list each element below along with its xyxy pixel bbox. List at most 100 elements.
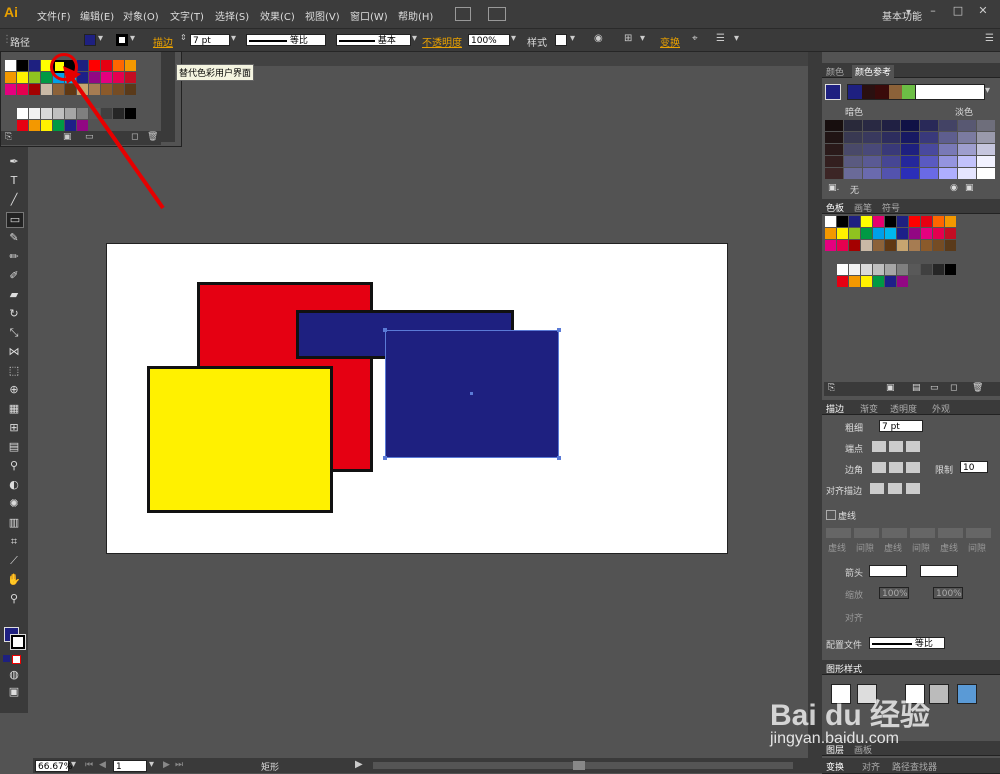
swatch[interactable]: [921, 240, 932, 251]
swatch[interactable]: [897, 228, 908, 239]
dash-field[interactable]: [966, 528, 991, 538]
harmony-row[interactable]: [847, 84, 917, 100]
guide-swatch[interactable]: [920, 168, 938, 179]
swatch[interactable]: [849, 228, 860, 239]
minimize-button[interactable]: –: [925, 4, 941, 18]
pen-icon[interactable]: ✒: [6, 155, 22, 169]
base-color-swatch[interactable]: [825, 84, 841, 100]
tab-appearance[interactable]: 外观: [932, 402, 950, 415]
swatch[interactable]: [41, 84, 52, 95]
limit-field[interactable]: 10: [960, 461, 988, 473]
rotate-icon[interactable]: ↻: [6, 307, 22, 321]
line-tool-icon[interactable]: ╱: [6, 193, 22, 207]
tab-transform[interactable]: 变换: [826, 760, 844, 773]
guide-swatch[interactable]: [844, 156, 862, 167]
swatch[interactable]: [825, 240, 836, 251]
guide-swatch[interactable]: [977, 120, 995, 131]
pencil-icon[interactable]: ✏: [6, 250, 22, 264]
fill-swatch[interactable]: [84, 34, 96, 46]
chevron-down-icon[interactable]: ▾: [906, 7, 911, 18]
chevron-down-icon[interactable]: ▾: [149, 759, 154, 770]
draw-mode-icon[interactable]: ◍: [6, 668, 22, 682]
guide-swatch[interactable]: [863, 156, 881, 167]
none-mode-icon[interactable]: [12, 655, 21, 664]
workspace-switcher[interactable]: 基本功能: [882, 8, 922, 23]
menu-edit[interactable]: 编辑(E): [80, 8, 114, 23]
tab-color[interactable]: 颜色: [826, 65, 844, 78]
guide-swatch[interactable]: [825, 156, 843, 167]
guide-swatch[interactable]: [825, 132, 843, 143]
arrange-documents-icon[interactable]: [488, 7, 506, 21]
guide-swatch[interactable]: [939, 144, 957, 155]
symbol-sprayer-icon[interactable]: ✺: [6, 497, 22, 511]
guide-swatch[interactable]: [958, 120, 976, 131]
tab-symbols[interactable]: 符号: [882, 201, 900, 214]
guide-swatch[interactable]: [939, 168, 957, 179]
guide-swatch[interactable]: [882, 132, 900, 143]
new-swatch-icon[interactable]: ◻: [950, 383, 957, 393]
column-graph-icon[interactable]: ▥: [6, 516, 22, 530]
dash-field[interactable]: [882, 528, 907, 538]
hand-icon[interactable]: ✋: [6, 573, 22, 587]
guide-swatch[interactable]: [844, 144, 862, 155]
harmony-swatch[interactable]: [848, 85, 862, 99]
swatch[interactable]: [897, 276, 908, 287]
swatch[interactable]: [873, 228, 884, 239]
last-artboard-icon[interactable]: ⏭: [175, 760, 183, 770]
align-outside-icon[interactable]: [906, 483, 920, 494]
menu-type[interactable]: 文字(T): [170, 8, 204, 23]
swatch[interactable]: [933, 228, 944, 239]
menu-object[interactable]: 对象(O): [123, 8, 159, 23]
harmony-swatch[interactable]: [861, 85, 876, 99]
swatch[interactable]: [29, 108, 40, 119]
menu-select[interactable]: 选择(S): [215, 8, 249, 23]
chevron-down-icon[interactable]: ▾: [640, 33, 645, 44]
guide-swatch[interactable]: [825, 144, 843, 155]
guide-swatch[interactable]: [920, 156, 938, 167]
swatch[interactable]: [837, 228, 848, 239]
width-tool-icon[interactable]: ⋈: [6, 345, 22, 359]
guide-swatch[interactable]: [844, 168, 862, 179]
guide-swatch[interactable]: [882, 168, 900, 179]
save-group-icon[interactable]: ▣: [965, 183, 974, 193]
swatch[interactable]: [5, 60, 16, 71]
options-icon[interactable]: ☰: [716, 33, 725, 44]
swatch[interactable]: [921, 216, 932, 227]
style-swatch[interactable]: [555, 34, 567, 46]
graphic-style-swatch[interactable]: [957, 684, 977, 704]
selection-handle[interactable]: [383, 456, 387, 460]
graphic-style-swatch[interactable]: [929, 684, 949, 704]
isolate-icon[interactable]: ⌖: [692, 33, 698, 44]
swatch[interactable]: [909, 264, 920, 275]
swatch[interactable]: [29, 60, 40, 71]
swatch[interactable]: [837, 264, 848, 275]
tab-transparency[interactable]: 透明度: [890, 402, 917, 415]
swatch[interactable]: [861, 264, 872, 275]
swatches-grid[interactable]: [825, 216, 985, 288]
swatch[interactable]: [897, 264, 908, 275]
swatch[interactable]: [5, 84, 16, 95]
guide-swatch[interactable]: [882, 156, 900, 167]
dashed-checkbox[interactable]: [826, 510, 836, 520]
swatch[interactable]: [5, 72, 16, 83]
tab-swatches[interactable]: 色板: [826, 201, 844, 214]
guide-swatch[interactable]: [863, 144, 881, 155]
selection-handle[interactable]: [557, 328, 561, 332]
swatch[interactable]: [945, 228, 956, 239]
chevron-down-icon[interactable]: ▾: [231, 33, 236, 44]
harmony-swatch[interactable]: [888, 85, 903, 99]
screen-mode-icon[interactable]: ▣: [6, 685, 22, 699]
guide-swatch[interactable]: [977, 168, 995, 179]
swatch[interactable]: [17, 84, 28, 95]
stroke-swatch[interactable]: [116, 34, 128, 46]
slice-icon[interactable]: ⟋: [6, 554, 22, 568]
swatch[interactable]: [945, 240, 956, 251]
swatch[interactable]: [29, 84, 40, 95]
swatch[interactable]: [933, 264, 944, 275]
trash-icon[interactable]: 🗑: [972, 383, 983, 393]
guide-swatch[interactable]: [920, 144, 938, 155]
swatch[interactable]: [849, 264, 860, 275]
menu-help[interactable]: 帮助(H): [398, 8, 433, 23]
type-tool-icon[interactable]: T: [6, 174, 22, 188]
swatch[interactable]: [921, 228, 932, 239]
